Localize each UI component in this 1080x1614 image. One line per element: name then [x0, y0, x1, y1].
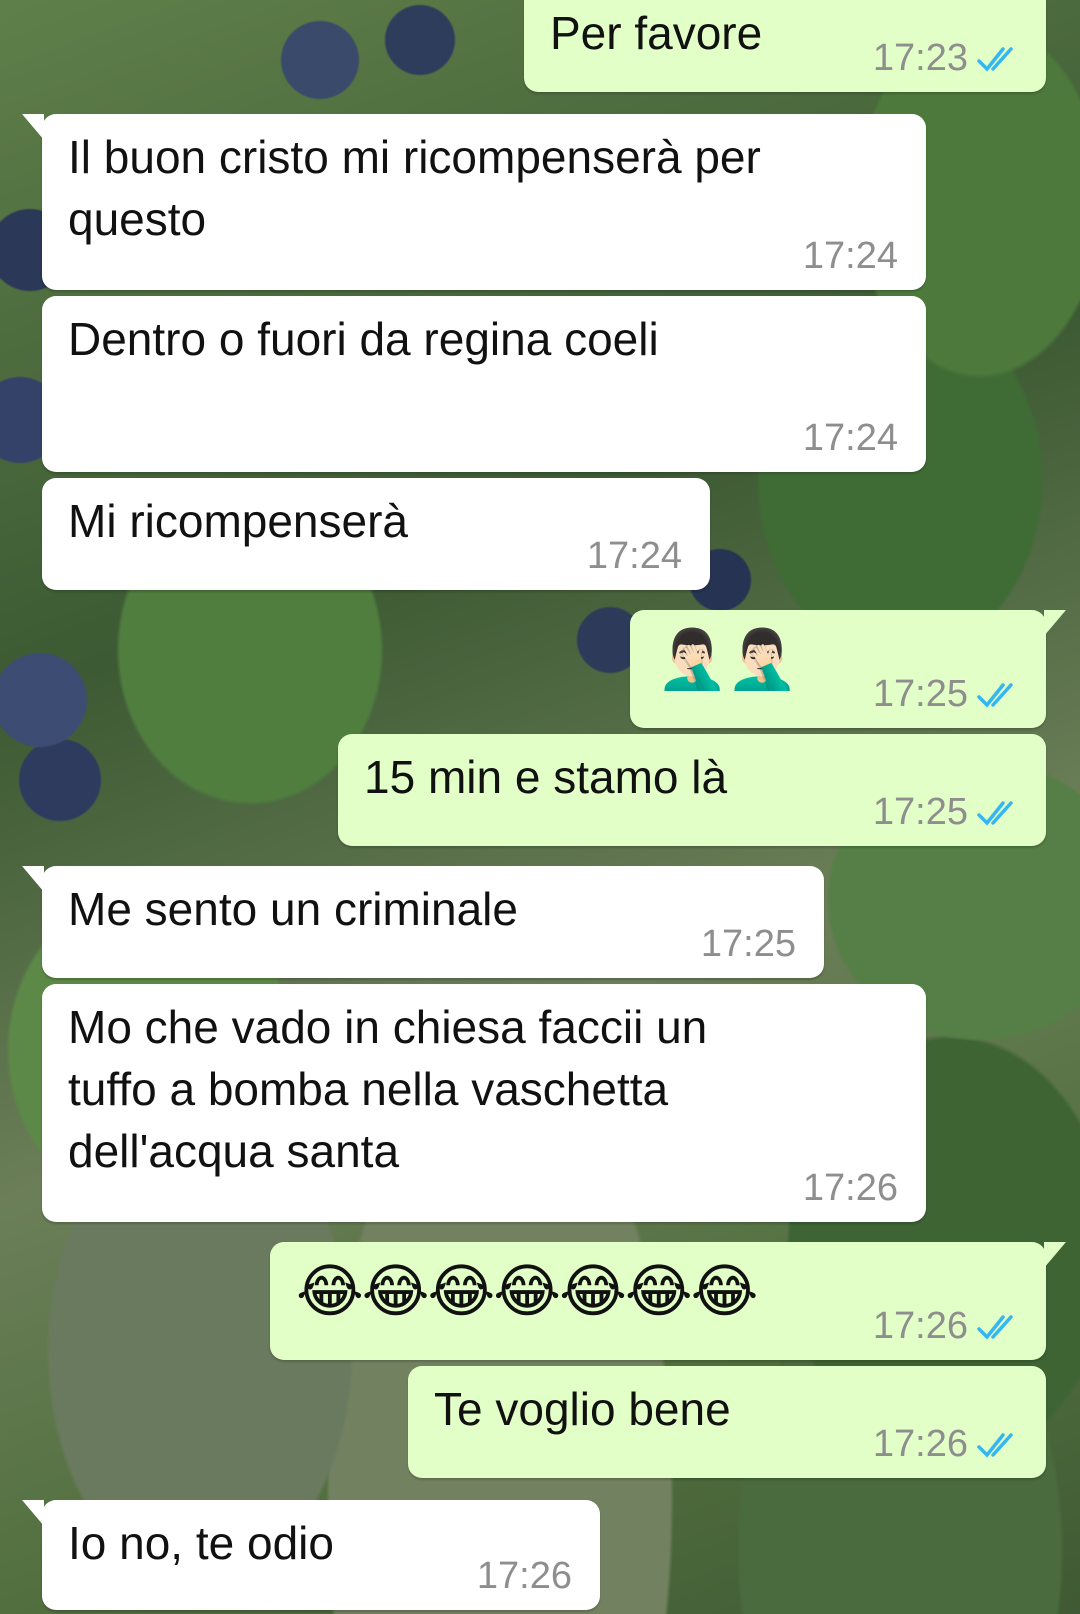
- message-text: Te voglio bene: [434, 1383, 731, 1435]
- message-time: 17:26: [802, 1167, 898, 1209]
- message-time: 17:23: [872, 37, 968, 79]
- message-time: 17:25: [700, 923, 796, 965]
- message-text: Io no, te odio: [68, 1517, 334, 1569]
- message-time: 17:24: [586, 535, 682, 577]
- message-bubble-outgoing[interactable]: 😂😂😂😂😂😂😂 17:26: [270, 1242, 1066, 1360]
- read-receipt-icon: [977, 47, 1013, 72]
- message-bubble-incoming[interactable]: Dentro o fuori da regina coeli 17:24: [42, 296, 926, 472]
- message-bubble-outgoing[interactable]: Te voglio bene 17:26: [408, 1366, 1046, 1478]
- message-time: 17:25: [872, 673, 968, 715]
- message-bubble-outgoing[interactable]: 🤦🏻‍♂️🤦🏻‍♂️ 17:25: [630, 610, 1066, 728]
- message-text: Mi ricompenserà: [68, 495, 408, 547]
- message-time: 17:26: [872, 1423, 968, 1465]
- message-time: 17:24: [802, 235, 898, 277]
- message-text: Dentro o fuori da regina coeli: [68, 313, 659, 365]
- message-bubble-incoming[interactable]: Mi ricompenserà 17:24: [42, 478, 710, 590]
- read-receipt-icon: [977, 1433, 1013, 1458]
- read-receipt-icon: [977, 801, 1013, 826]
- emoji-message: 😂😂😂😂😂😂😂: [296, 1257, 758, 1325]
- message-bubble-incoming[interactable]: Io no, te odio 17:26: [22, 1500, 600, 1610]
- message-bubble-outgoing[interactable]: Per favore 17:23: [524, 0, 1046, 92]
- emoji-message: 🤦🏻‍♂️🤦🏻‍♂️: [656, 625, 798, 693]
- message-text: Me sento un criminale: [68, 883, 518, 935]
- message-time: 17:26: [476, 1555, 572, 1597]
- message-text: Mo che vado in chiesa faccii un tuffo a …: [68, 1001, 708, 1177]
- read-receipt-icon: [977, 1315, 1013, 1340]
- message-bubble-incoming[interactable]: Me sento un criminale 17:25: [22, 866, 824, 978]
- message-time: 17:24: [802, 417, 898, 459]
- message-time: 17:25: [872, 791, 968, 833]
- message-time: 17:26: [872, 1305, 968, 1347]
- message-text: Per favore: [550, 7, 763, 59]
- message-bubble-incoming[interactable]: Il buon cristo mi ricompenserà per quest…: [22, 114, 926, 290]
- message-text: Il buon cristo mi ricompenserà per quest…: [68, 131, 761, 245]
- message-bubble-incoming[interactable]: Mo che vado in chiesa faccii un tuffo a …: [42, 984, 926, 1222]
- read-receipt-icon: [977, 683, 1013, 708]
- message-text: 15 min e stamo là: [364, 751, 728, 803]
- message-bubble-outgoing[interactable]: 15 min e stamo là 17:25: [338, 734, 1046, 846]
